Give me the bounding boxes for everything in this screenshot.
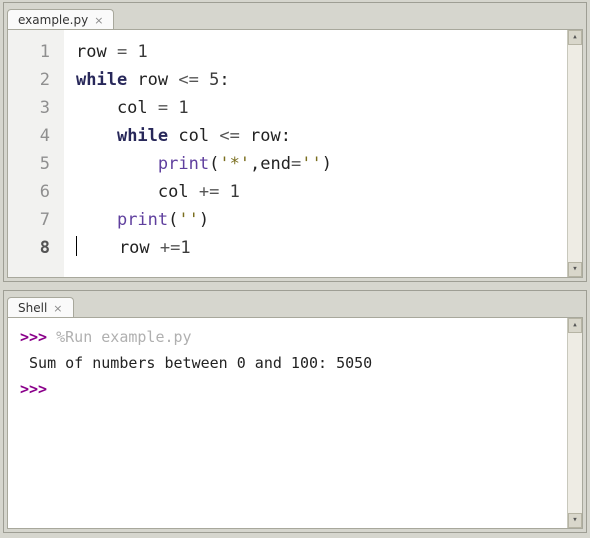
code-line[interactable]: while col <= row:: [76, 122, 559, 150]
code-token: 1: [180, 238, 190, 258]
shell-panel: Shell × >>> %Run example.py Sum of numbe…: [3, 290, 587, 533]
editor-scrollbar[interactable]: ▴ ▾: [567, 30, 582, 277]
scroll-track[interactable]: [568, 45, 582, 262]
code-token: [168, 98, 178, 118]
scroll-down-icon[interactable]: ▾: [568, 513, 582, 528]
code-token: '*': [219, 154, 250, 174]
line-number-gutter: 12345678: [8, 30, 64, 277]
shell-segment: >>>: [20, 328, 56, 346]
scroll-track[interactable]: [568, 333, 582, 513]
code-token: =: [158, 98, 168, 118]
shell-line: >>>: [20, 376, 557, 402]
code-line[interactable]: col += 1: [76, 178, 559, 206]
scroll-up-icon[interactable]: ▴: [568, 318, 582, 333]
code-token: '': [178, 210, 198, 230]
code-token: [76, 210, 117, 230]
line-number: 2: [8, 66, 50, 94]
shell-segment: >>>: [20, 380, 56, 398]
scroll-up-icon[interactable]: ▴: [568, 30, 582, 45]
scroll-down-icon[interactable]: ▾: [568, 262, 582, 277]
code-line[interactable]: row +=1: [76, 234, 559, 262]
code-token: (: [209, 154, 219, 174]
code-token: ): [322, 154, 332, 174]
code-token: :: [219, 70, 229, 90]
code-token: '': [301, 154, 321, 174]
code-token: 1: [230, 182, 240, 202]
shell-tab-bar: Shell ×: [4, 291, 586, 317]
shell-segment: Sum of numbers between 0 and 100: 5050: [20, 354, 372, 372]
code-token: =: [117, 42, 127, 62]
code-line[interactable]: col = 1: [76, 94, 559, 122]
line-number: 4: [8, 122, 50, 150]
code-editor-area[interactable]: row = 1while row <= 5: col = 1 while col…: [64, 30, 567, 277]
shell-scrollbar[interactable]: ▴ ▾: [567, 318, 582, 528]
code-token: 5: [209, 70, 219, 90]
code-token: while: [76, 70, 127, 90]
code-token: (: [168, 210, 178, 230]
code-token: col: [76, 98, 158, 118]
code-token: [76, 126, 117, 146]
code-token: 1: [137, 42, 147, 62]
shell-content: >>> %Run example.py Sum of numbers betwe…: [7, 317, 583, 529]
editor-tab-bar: example.py ×: [4, 3, 586, 29]
code-token: [219, 182, 229, 202]
code-token: <=: [178, 70, 198, 90]
code-token: col: [168, 126, 219, 146]
line-number: 5: [8, 150, 50, 178]
code-token: <=: [219, 126, 239, 146]
close-icon[interactable]: ×: [51, 302, 64, 315]
shell-tab-label: Shell: [18, 301, 47, 315]
code-line[interactable]: while row <= 5:: [76, 66, 559, 94]
shell-segment: %Run example.py: [56, 328, 191, 346]
code-line[interactable]: print(''): [76, 206, 559, 234]
code-token: row: [78, 238, 160, 258]
line-number: 1: [8, 38, 50, 66]
shell-tab[interactable]: Shell ×: [7, 297, 74, 318]
shell-output-area[interactable]: >>> %Run example.py Sum of numbers betwe…: [8, 318, 567, 528]
code-token: [199, 70, 209, 90]
line-number: 3: [8, 94, 50, 122]
code-token: =: [291, 154, 301, 174]
code-token: col: [76, 182, 199, 202]
editor-tab-label: example.py: [18, 13, 88, 27]
close-icon[interactable]: ×: [92, 14, 105, 27]
code-token: ): [199, 210, 209, 230]
code-line[interactable]: print('*',end=''): [76, 150, 559, 178]
line-number: 7: [8, 206, 50, 234]
text-cursor: [76, 236, 77, 256]
editor-content: 12345678 row = 1while row <= 5: col = 1 …: [7, 29, 583, 278]
code-token: print: [117, 210, 168, 230]
shell-line: >>> %Run example.py: [20, 324, 557, 350]
editor-tab[interactable]: example.py ×: [7, 9, 114, 30]
code-token: 1: [178, 98, 188, 118]
code-token: row: [76, 42, 117, 62]
code-token: print: [158, 154, 209, 174]
code-token: [76, 154, 158, 174]
code-token: row:: [240, 126, 291, 146]
code-token: [127, 42, 137, 62]
code-token: row: [127, 70, 178, 90]
code-line[interactable]: row = 1: [76, 38, 559, 66]
shell-line: Sum of numbers between 0 and 100: 5050: [20, 350, 557, 376]
line-number: 6: [8, 178, 50, 206]
editor-panel: example.py × 12345678 row = 1while row <…: [3, 2, 587, 282]
code-token: +=: [199, 182, 219, 202]
code-token: while: [117, 126, 168, 146]
line-number: 8: [8, 234, 50, 262]
code-token: +=: [160, 238, 180, 258]
code-token: ,end: [250, 154, 291, 174]
